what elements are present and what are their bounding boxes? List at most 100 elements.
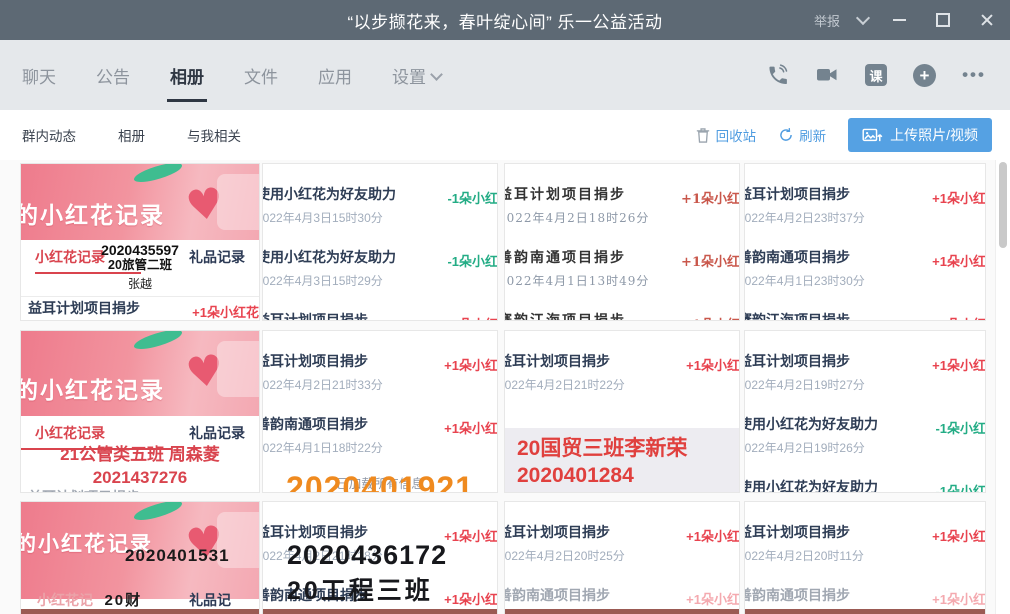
photo-entry-date: 2022年4月2日18时26分 — [504, 209, 740, 226]
photo-tile[interactable]: 益耳计划项目捐步2022年4月2日18时26分+1朵小红花善韵南通项目捐步202… — [504, 163, 740, 321]
close-button[interactable] — [974, 7, 1000, 33]
banner-student-info: 202043559720旅管二班 — [101, 242, 179, 272]
photo-entry-date: 2022年4月1日18时22分 — [262, 439, 498, 456]
more-icon[interactable]: ••• — [962, 63, 986, 87]
photo-entry: 益耳计划项目捐步2022年4月2日22时55分+1朵小红花 — [20, 288, 260, 321]
photo-tile[interactable]: 益耳计划项目捐步2022年4月2日23时37分+1朵小红花善韵南通项目捐步202… — [744, 163, 986, 321]
photo-entry-delta: +1朵小红花 — [932, 188, 986, 207]
album-banner-image: 的小红花记录♥ — [21, 164, 259, 240]
banner-side-card — [217, 174, 259, 230]
overlay-line: 20工程三班 — [287, 571, 447, 607]
photo-entry-date: 2022年4月3日15时29分 — [262, 272, 498, 289]
photo-entry-date: 2022年4月2日23时37分 — [744, 209, 986, 226]
photo-entry: 赛韵江海项目捐步2022年3月31日16时44分+1朵小红花 — [504, 300, 740, 321]
photo-entry-list: 益耳计划项目捐步2022年4月2日23时37分+1朵小红花善韵南通项目捐步202… — [745, 164, 985, 321]
photo-entry-date: 2022年4月1日13时49分 — [504, 272, 740, 289]
tab-label-flower-records: 小红花记录 — [35, 423, 105, 443]
photo-entry-delta: +1朵小红花 — [681, 251, 740, 270]
report-button[interactable]: 举报 — [814, 11, 840, 30]
tab-album[interactable]: 相册 — [170, 63, 204, 88]
tab-settings-label: 设置 — [392, 63, 426, 88]
photo-entry: 善韵南通项目捐步2022年4月1日23时30分+1朵小红花 — [744, 237, 986, 300]
tab-announcement[interactable]: 公告 — [96, 63, 130, 88]
tab-chat[interactable]: 聊天 — [22, 63, 56, 88]
recycle-bin-label: 回收站 — [716, 125, 757, 145]
photo-entry-list: 益耳计划项目捐步2022年4月2日22时55分+1朵小红花 — [21, 288, 259, 321]
banner-title: 的小红花记录 — [21, 196, 165, 230]
photo-entry-delta: +1朵小红花 — [681, 314, 740, 321]
photo-entry-delta: +1朵小红花 — [686, 355, 740, 374]
photo-tile[interactable]: 的小红花记录♥小红花记录202043559720旅管二班礼品记录张越益耳计划项目… — [20, 163, 260, 321]
photo-entry-list: 益耳计划项目捐步2022年4月2日19时27分+1朵小红花使用小红花为好友助力2… — [745, 331, 985, 493]
photo-entry: 益耳计划项目捐步2022年4月2日23时37分+1朵小红花 — [744, 174, 986, 237]
photo-entry-delta: +1朵小红花 — [686, 526, 740, 545]
photo-entry-date: 2022年4月2日21时33分 — [262, 376, 498, 393]
photo-entry-delta: +1朵小红花 — [932, 314, 986, 321]
tab-apps[interactable]: 应用 — [318, 63, 352, 88]
photo-entry-delta: +1朵小红花 — [932, 355, 986, 374]
photo-entry-delta: +1朵小红花 — [192, 302, 259, 321]
scrollbar-track[interactable] — [995, 160, 1010, 614]
photo-entry: 益耳计划项目捐步2022年4月2日18时26分+1朵小红花 — [504, 174, 740, 237]
upload-photo-video-button[interactable]: 上传照片/视频 — [848, 118, 992, 152]
photo-entry-delta: +1朵小红花 — [681, 188, 740, 207]
photo-entry-list: 益耳计划项目捐步2022年4月2日20时11分+1朵小红花善韵南通项目捐步+1朵… — [745, 502, 985, 614]
overlay-student-info: 21公管类五班 周森菱2021437276 — [21, 443, 259, 489]
recycle-bin-button[interactable]: 回收站 — [695, 125, 757, 145]
photo-entry: 益耳计划项目捐步2022年4月2日20时11分+1朵小红花 — [744, 512, 986, 575]
video-call-icon[interactable] — [815, 63, 839, 87]
overlay-line: 2020401284 — [517, 462, 739, 489]
photo-entry-list: 益耳计划项目捐步2022年4月2日20时25分+1朵小红花善韵南通项目捐步+1朵… — [505, 502, 739, 614]
overlay-line: 2021437276 — [21, 466, 259, 489]
photo-tile[interactable]: 使用小红花为好友助力2022年4月3日15时30分-1朵小红花使用小红花为好友助… — [262, 163, 498, 321]
photo-tile[interactable]: 益耳计划项目捐步2022年4月2日21时22分+1朵小红花已加载所有信息20国贸… — [504, 330, 740, 493]
voice-call-icon[interactable] — [765, 63, 789, 87]
tab-files[interactable]: 文件 — [244, 63, 278, 88]
photo-entry-date: 2022年4月2日20时25分 — [504, 547, 740, 564]
leaf-icon — [132, 331, 184, 352]
tab-label-gift-records: 礼品记录 — [189, 423, 245, 443]
upload-photo-icon — [862, 127, 883, 144]
trash-icon — [695, 127, 711, 144]
photo-tile[interactable]: 的小红花记录♥小红花记录礼品记录21公管类五班 周森菱2021437276益耳计… — [20, 330, 260, 493]
leaf-icon — [132, 164, 184, 185]
overlay-line: 21公管类五班 周森菱 — [21, 443, 259, 466]
scrollbar-thumb[interactable] — [999, 162, 1007, 248]
upload-photo-video-label: 上传照片/视频 — [890, 125, 978, 145]
photo-entry: 使用小红花为好友助力2022年4月3日15时30分-1朵小红花 — [262, 174, 498, 237]
photo-entry-list: 益耳计划项目捐步2022年4月2日21时22分+1朵小红花 — [505, 331, 739, 404]
photo-entry: 益耳计划项目捐步2022年4月2日19时27分+1朵小红花 — [744, 341, 986, 404]
maximize-button[interactable] — [930, 7, 956, 33]
photo-entry-delta: +1朵小红花 — [932, 589, 986, 608]
photo-entry-delta: -1朵小红花 — [447, 188, 498, 207]
overlay-line: 20国贸三班李新荣 — [517, 435, 739, 462]
overlay-line: 2020436172 — [287, 540, 447, 571]
photo-tile[interactable]: 益耳计划项目捐步2022年4月2日20时25分+1朵小红花善韵南通项目捐步+1朵… — [504, 501, 740, 614]
class-icon[interactable]: 课 — [865, 64, 887, 86]
photo-entry: 益耳计划项目捐步2022年4月2日21时33分+1朵小红花 — [262, 341, 498, 404]
close-icon — [980, 13, 994, 27]
photo-entry-delta: +1朵小红花 — [444, 589, 498, 608]
photo-tile[interactable]: 的小红花记录♥2020401531小红花记录20财 政礼品记录 — [20, 501, 260, 614]
album-banner-image: 的小红花记录♥ — [21, 331, 259, 416]
photo-tile[interactable]: 益耳计划项目捐步2022年4月2日19时27分+1朵小红花使用小红花为好友助力2… — [744, 330, 986, 493]
refresh-button[interactable]: 刷新 — [778, 125, 826, 145]
group-window: “以步撷花来，春叶绽心间” 乐一公益活动 举报 聊天 公告 相册 文件 应用 设… — [0, 0, 1010, 614]
banner-tab-row: 小红花记录202043559720旅管二班礼品记录 — [21, 240, 259, 274]
photo-tile[interactable]: 益耳计划项目捐步2022年4月2日21时28分+1朵小红花善韵南通项目捐步202… — [262, 501, 498, 614]
chevron-down-icon[interactable] — [856, 11, 870, 25]
tab-settings[interactable]: 设置 — [392, 63, 441, 88]
subnav-group-feed[interactable]: 群内动态 — [22, 125, 76, 145]
photo-entry: 益耳计划项目捐步2022年4月2日19时29分+1朵小红花 — [262, 300, 498, 321]
add-icon[interactable]: + — [913, 64, 936, 87]
overlay-student-info: 202043617220工程三班 — [287, 540, 447, 607]
album-toolbar: 群内动态 相册 与我相关 回收站 刷新 — [0, 110, 1010, 161]
leaf-icon — [132, 502, 184, 523]
photo-entry: 益耳计划项目捐步2022年4月2日21时22分+1朵小红花 — [504, 341, 740, 404]
photo-tile[interactable]: 益耳计划项目捐步2022年4月2日21时33分+1朵小红花善韵南通项目捐步202… — [262, 330, 498, 493]
minimize-button[interactable] — [886, 7, 912, 33]
subnav-related-to-me[interactable]: 与我相关 — [187, 125, 241, 145]
photo-entry-date: 2022年4月1日23时30分 — [744, 272, 986, 289]
subnav-albums[interactable]: 相册 — [118, 125, 145, 145]
photo-tile[interactable]: 益耳计划项目捐步2022年4月2日20时11分+1朵小红花善韵南通项目捐步+1朵… — [744, 501, 986, 614]
